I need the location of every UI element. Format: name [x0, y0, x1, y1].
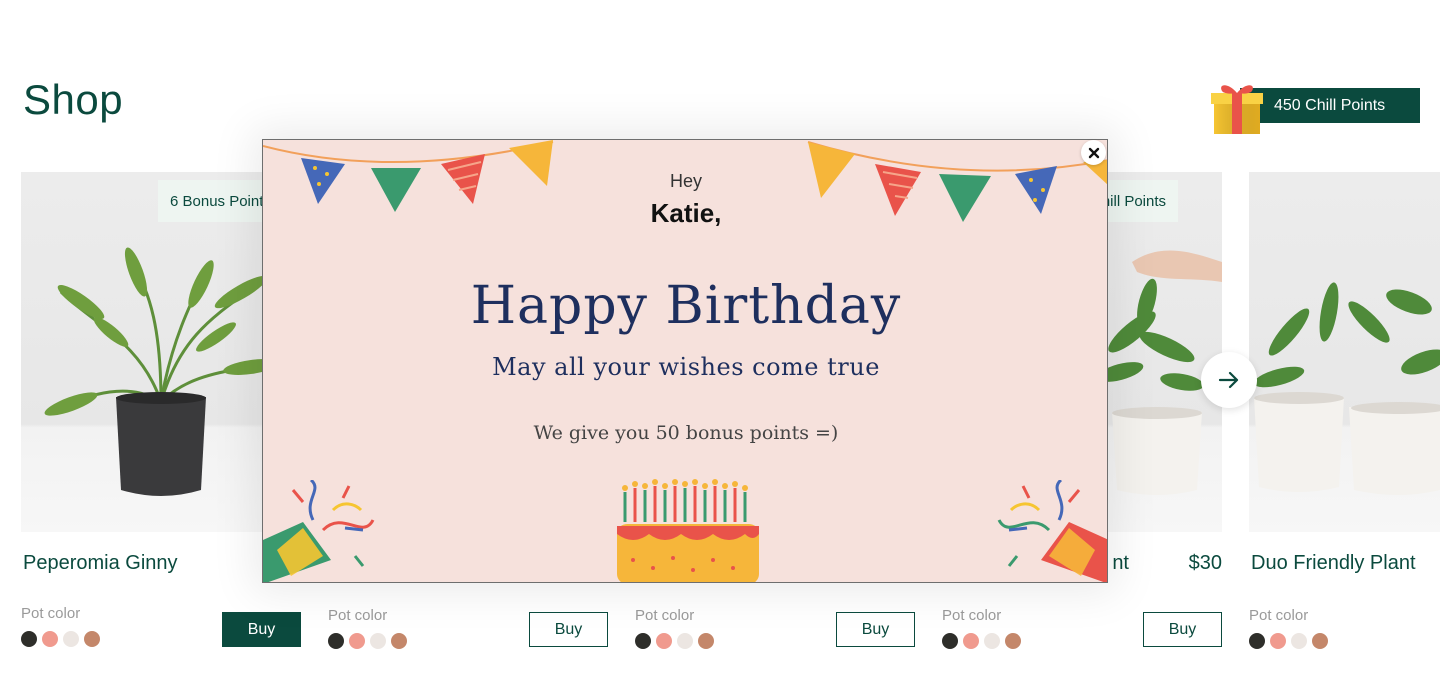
pot-color-swatch[interactable]: [391, 633, 407, 649]
pot-color-label: Pot color: [328, 607, 388, 624]
birthday-headline: Happy Birthday: [470, 276, 902, 336]
gift-icon: [1211, 85, 1263, 134]
pot-color-swatch[interactable]: [328, 633, 344, 649]
pot-color-swatch[interactable]: [635, 633, 651, 649]
pot-color-swatch[interactable]: [1005, 633, 1021, 649]
buy-button[interactable]: Buy: [222, 612, 301, 647]
pot-color-swatches: [942, 633, 1021, 649]
chill-points-indicator[interactable]: 450 Chill Points: [1210, 78, 1420, 136]
close-icon: [1088, 147, 1099, 158]
pot-color-label: Pot color: [1249, 607, 1309, 624]
product-image[interactable]: [21, 172, 301, 532]
party-popper-left-icon: [263, 480, 375, 582]
pot-color-swatch[interactable]: [677, 633, 693, 649]
party-popper-right-icon: [997, 480, 1107, 582]
pot-color-swatches: [328, 633, 407, 649]
pot-color-swatch[interactable]: [942, 633, 958, 649]
birthday-modal: Hey Katie, Happy Birthday May all your w…: [262, 139, 1108, 583]
pot-color-swatch[interactable]: [1270, 633, 1286, 649]
plant-illustration: [1253, 282, 1440, 495]
product-card[interactable]: 6 Bonus Points Peperomia Ginny Pot color…: [21, 172, 301, 692]
product-price: $30: [1188, 552, 1222, 574]
pot-color-swatch[interactable]: [42, 631, 58, 647]
buy-button[interactable]: Buy: [529, 612, 608, 647]
pot-color-swatch[interactable]: [698, 633, 714, 649]
buy-button[interactable]: Buy: [836, 612, 915, 647]
pot-color-swatches: [635, 633, 714, 649]
pot-color-swatch[interactable]: [21, 631, 37, 647]
pot-color-swatches: [1249, 633, 1328, 649]
pot-color-swatch[interactable]: [656, 633, 672, 649]
pot-color-swatch[interactable]: [1312, 633, 1328, 649]
pot-color-swatch[interactable]: [349, 633, 365, 649]
bonus-offer-text: We give you 50 bonus points =): [533, 422, 839, 444]
pot-color-label: Pot color: [635, 607, 695, 624]
pot-color-label: Pot color: [21, 605, 81, 622]
product-name[interactable]: Duo Friendly Plant: [1251, 552, 1416, 575]
recipient-name: Katie,: [650, 198, 722, 228]
product-card[interactable]: Duo Friendly Plant Pot color: [1249, 172, 1440, 692]
carousel-next-button[interactable]: [1201, 352, 1257, 408]
pot-color-swatch[interactable]: [1291, 633, 1307, 649]
greeting-text: Hey: [669, 171, 702, 191]
birthday-cake-icon: [617, 479, 759, 582]
product-name[interactable]: Peperomia Ginny: [23, 552, 178, 575]
birthday-subline: May all your wishes come true: [492, 353, 880, 381]
pot-color-label: Pot color: [942, 607, 1002, 624]
page-title: Shop: [23, 76, 124, 123]
plant-illustration: [44, 247, 279, 496]
modal-close-button[interactable]: [1081, 140, 1106, 165]
chill-points-label: 450 Chill Points: [1240, 88, 1420, 123]
pot-color-swatch[interactable]: [963, 633, 979, 649]
pot-color-swatch[interactable]: [1249, 633, 1265, 649]
pot-color-swatch[interactable]: [984, 633, 1000, 649]
pot-color-swatch[interactable]: [370, 633, 386, 649]
pot-color-swatch[interactable]: [84, 631, 100, 647]
pot-color-swatch[interactable]: [63, 631, 79, 647]
arrow-right-icon: [1218, 371, 1239, 389]
product-image[interactable]: [1249, 172, 1440, 532]
buy-button[interactable]: Buy: [1143, 612, 1222, 647]
pot-color-swatches: [21, 631, 100, 647]
product-name[interactable]: nt: [1112, 552, 1129, 575]
